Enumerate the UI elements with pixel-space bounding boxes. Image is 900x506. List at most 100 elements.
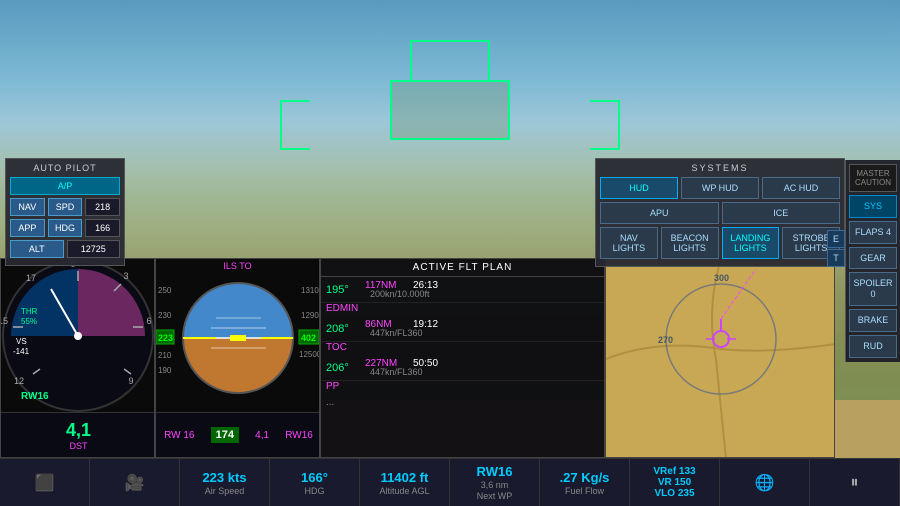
attitude-panel: ILS TO 13100 12900 4 [155, 258, 320, 458]
fuel-value: .27 Kg/s [560, 470, 610, 485]
nav-btn[interactable]: NAV [10, 198, 45, 216]
svg-text:RW16: RW16 [21, 391, 49, 402]
app-btn[interactable]: APP [10, 219, 45, 237]
status-airspeed: 223 kts Air Speed [180, 459, 270, 506]
wp-label-2: TOC [326, 342, 361, 353]
hdg-btn[interactable]: HDG [48, 219, 83, 237]
ap-title: AUTO PILOT [10, 163, 120, 173]
status-bar: ⬛ 🎥 223 kts Air Speed 166° HDG 11402 ft … [0, 458, 900, 506]
ice-btn[interactable]: ICE [722, 202, 841, 224]
flaps-btn[interactable]: FLAPS 4 [849, 221, 897, 244]
svg-text:13100: 13100 [301, 286, 320, 295]
flt-deg-2: 208° [326, 323, 361, 335]
wp-label: Next WP [477, 491, 513, 501]
airspeed-dst-label: DST [70, 441, 88, 451]
wp-hud-btn[interactable]: WP HUD [681, 177, 759, 199]
nav-lights-btn[interactable]: NAV LIGHTS [600, 227, 658, 259]
map-inner: 300 270 [606, 259, 834, 457]
vlo-value: VLO 235 [654, 488, 694, 499]
rud-btn[interactable]: RUD [849, 335, 897, 358]
hdg-value: 166° [301, 470, 328, 485]
sys-row-1: HUD WP HUD AC HUD [600, 177, 840, 199]
et-buttons: E T [827, 230, 845, 267]
monitor-icon: ⬛ [35, 473, 55, 493]
status-monitor[interactable]: ⬛ [0, 459, 90, 506]
svg-text:270: 270 [658, 335, 673, 345]
ap-btn[interactable]: A/P [10, 177, 120, 195]
hdg-value: 166 [85, 219, 120, 237]
ils-bottom-right: RW16 [285, 430, 313, 441]
wp-label-1: EDMIN [326, 303, 361, 314]
alt-value: 11402 ft [381, 470, 429, 485]
airspeed-label: Air Speed [205, 486, 245, 496]
svg-text:17: 17 [26, 273, 36, 283]
svg-text:402: 402 [301, 333, 316, 343]
gear-btn[interactable]: GEAR [849, 247, 897, 270]
right-panel: MASTER CAUTION SYS FLAPS 4 GEAR SPOILER … [845, 160, 900, 362]
hud-left-bracket [280, 100, 310, 150]
sys-btn[interactable]: SYS [849, 195, 897, 218]
ils-header: ILS TO [156, 259, 319, 273]
svg-text:250: 250 [158, 286, 172, 295]
flt-row-2: 208° 86NM 19:12 447kn/FL360 [321, 316, 604, 342]
landing-lights-btn[interactable]: LANDING LIGHTS [722, 227, 780, 259]
flt-detail-3: 447kn/FL360 [365, 367, 599, 377]
svg-text:6: 6 [146, 316, 151, 326]
svg-text:12900: 12900 [301, 311, 320, 320]
fuel-label: Fuel Flow [565, 486, 604, 496]
svg-text:THR: THR [21, 307, 38, 316]
flt-deg-3: 206° [326, 362, 361, 374]
hud-bracket-top [410, 40, 490, 80]
master-caution: MASTER CAUTION [849, 164, 897, 192]
svg-text:210: 210 [158, 351, 172, 360]
svg-text:-141: -141 [13, 347, 30, 356]
vref-value: VRef 133 [653, 466, 695, 477]
status-vref: VRef 133 VR 150 VLO 235 [630, 459, 720, 506]
svg-text:VS: VS [16, 337, 27, 346]
spd-btn[interactable]: SPD [48, 198, 83, 216]
airspeed-value: 223 kts [202, 470, 246, 485]
fltplan-panel: ACTIVE FLT PLAN 195° 117NM 26:13 200kn/1… [320, 258, 605, 458]
apu-btn[interactable]: APU [600, 202, 719, 224]
flt-detail-2: 447kn/FL360 [365, 328, 599, 338]
svg-text:3: 3 [123, 271, 128, 281]
status-camera[interactable]: 🎥 [90, 459, 180, 506]
hud-right-bracket [590, 100, 620, 150]
svg-text:55%: 55% [21, 317, 37, 326]
attitude-indicator: 13100 12900 402 12500 250 230 223 210 19… [156, 273, 320, 413]
beacon-lights-btn[interactable]: BEACON LIGHTS [661, 227, 719, 259]
wp-value: RW16 [477, 464, 513, 479]
flt-deg-1: 195° [326, 284, 361, 296]
e-btn[interactable]: E [827, 230, 845, 248]
brake-btn[interactable]: BRAKE [849, 309, 897, 332]
status-fuel: .27 Kg/s Fuel Flow [540, 459, 630, 506]
vr-value: VR 150 [658, 477, 691, 488]
flt-row-1: 195° 117NM 26:13 200kn/10.000ft [321, 277, 604, 303]
flt-row-3: 206° 227NM 50:50 447kn/FL360 [321, 355, 604, 381]
autopilot-panel: AUTO PILOT A/P NAV SPD 218 APP HDG 166 A… [5, 158, 125, 266]
svg-text:12500: 12500 [299, 350, 320, 359]
svg-text:12: 12 [14, 376, 24, 386]
airspeed-panel: 0 3 6 9 12 15 17 THR 55% VS -141 RW16 4,… [0, 258, 155, 458]
map-panel: 300 270 [605, 258, 835, 458]
svg-text:223: 223 [158, 333, 173, 343]
airspeed-bottom: 4,1 DST [1, 412, 155, 457]
systems-title: SYSTEMS [600, 163, 840, 173]
ap-row-2: NAV SPD 218 [10, 198, 120, 216]
t-btn[interactable]: T [827, 249, 845, 267]
wp-label-3: PP [326, 381, 361, 392]
status-globe[interactable]: 🌐 [720, 459, 810, 506]
alt-btn[interactable]: ALT [10, 240, 64, 258]
dist-value: 3,6 nm [481, 480, 509, 490]
status-pause[interactable]: ⏸ [810, 459, 900, 506]
pause-icon: ⏸ [850, 474, 858, 492]
airspeed-dist: 4,1 [66, 420, 91, 441]
ils-bottom: RW 16 174 4,1 RW16 [156, 412, 320, 457]
hud-btn[interactable]: HUD [600, 177, 678, 199]
ac-hud-btn[interactable]: AC HUD [762, 177, 840, 199]
spd-value: 218 [85, 198, 120, 216]
status-wp: RW16 3,6 nm Next WP [450, 459, 540, 506]
hdg-label: HDG [305, 486, 325, 496]
flt-detail-1: 200kn/10.000ft [365, 289, 599, 299]
spoiler-btn[interactable]: SPOILER 0 [849, 272, 897, 306]
